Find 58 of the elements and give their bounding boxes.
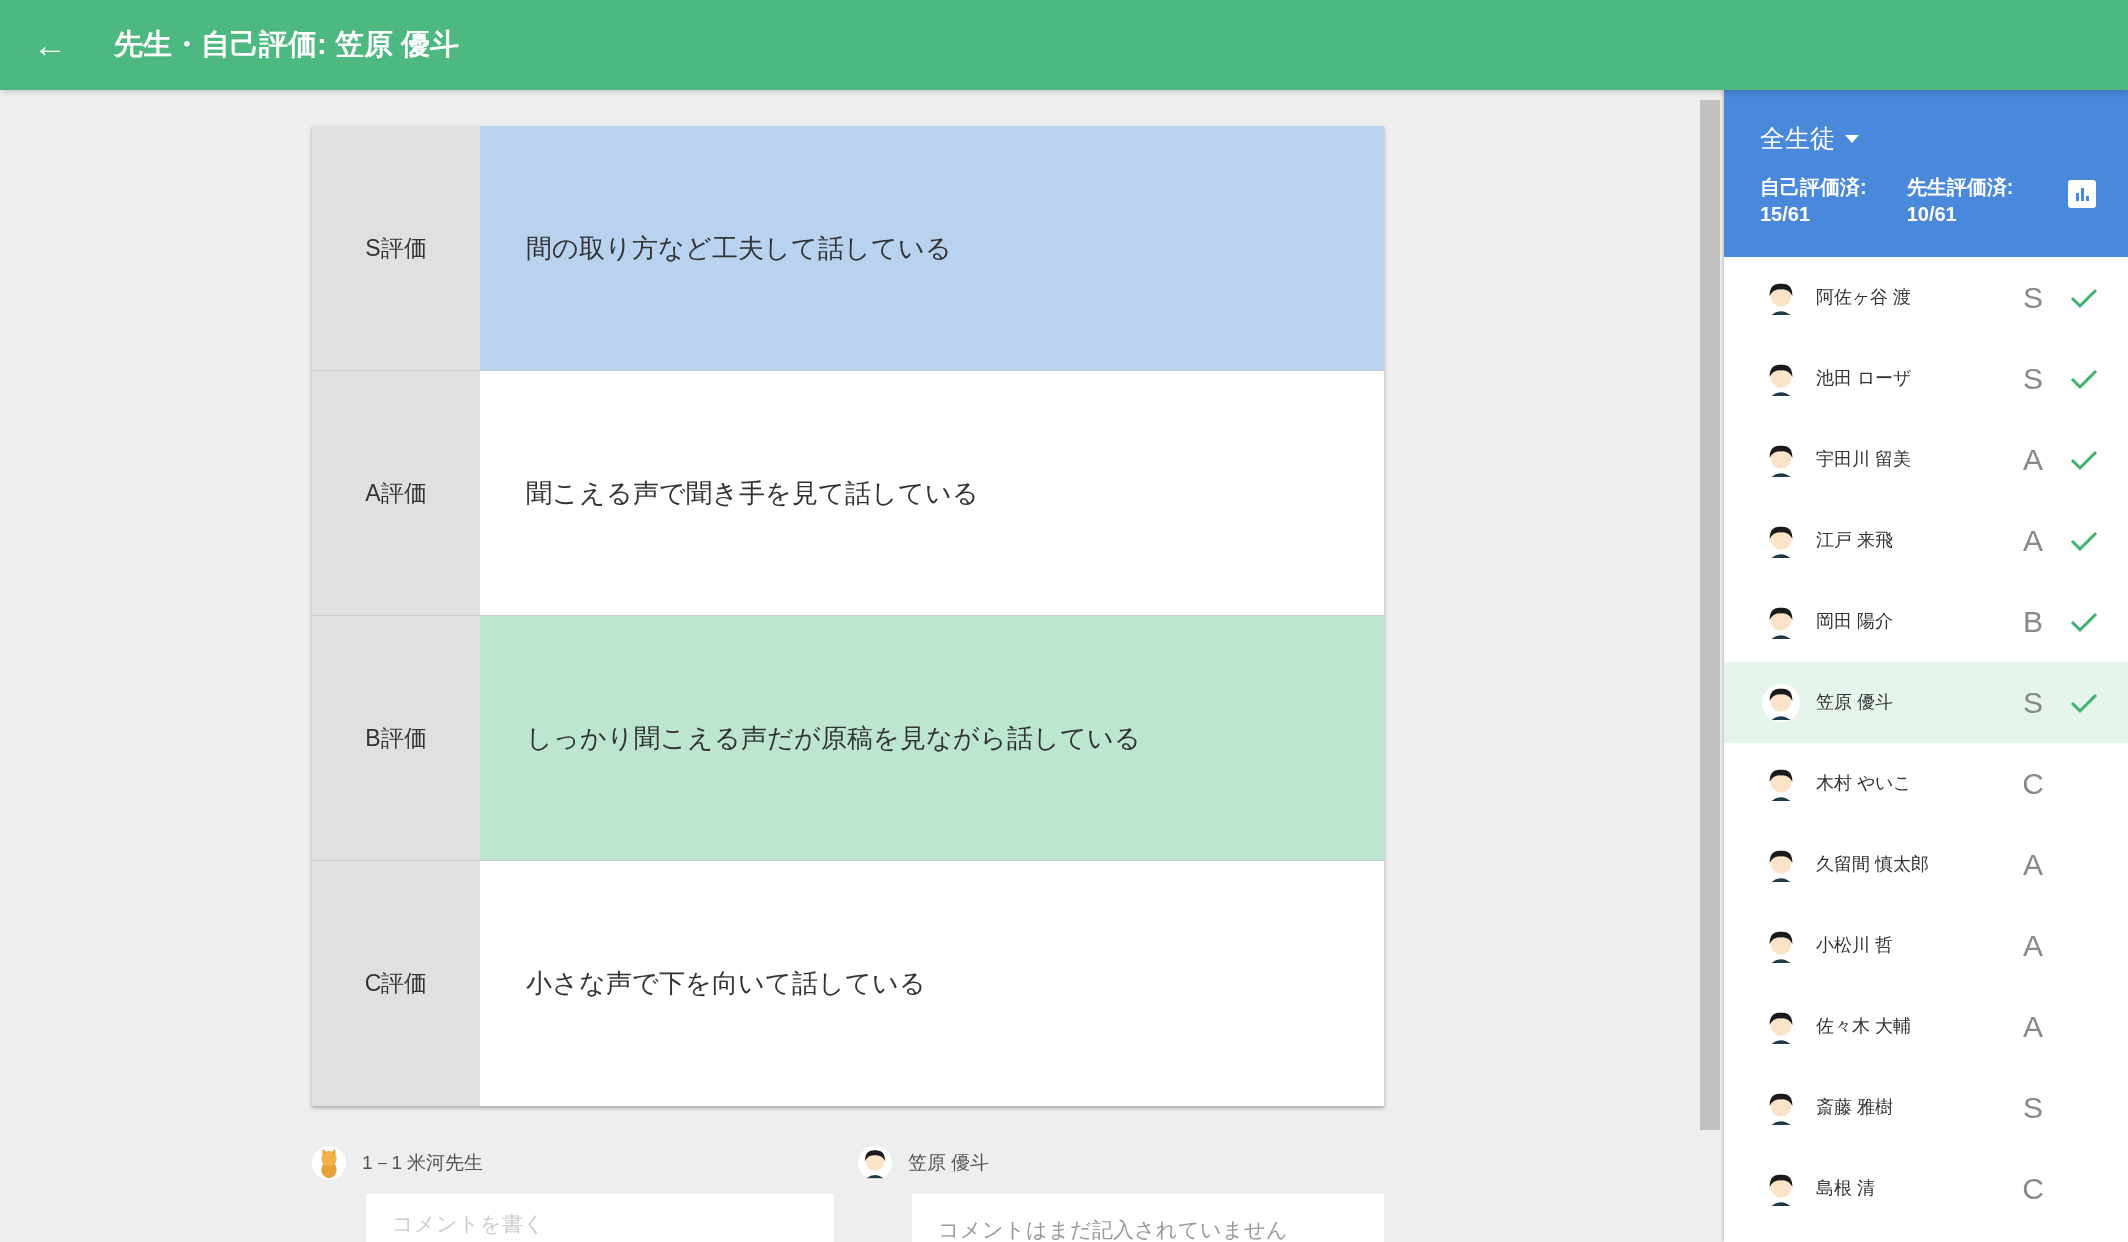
student-row[interactable]: 笠原 優斗 S [1724,662,2128,743]
stat-label: 自己評価済: [1760,174,1867,200]
comment-text: コメントはまだ記入されていません [912,1194,1384,1242]
avatar-icon [858,1146,892,1180]
student-name: 小松川 哲 [1816,934,1894,957]
stat-label: 先生評価済: [1906,174,2014,200]
student-grade: B [2022,604,2044,640]
student-row[interactable]: 斎藤 雅樹 S [1724,1067,2128,1148]
student-row[interactable]: 小松川 哲 A [1724,905,2128,986]
student-grade: A [2022,442,2044,478]
chart-icon[interactable] [2068,179,2096,208]
student-grade: A [2022,523,2044,559]
student-name: 池田 ローザ [1816,367,1912,390]
student-name: 阿佐ヶ谷 渡 [1816,286,1912,309]
student-grade: C [2021,766,2045,802]
avatar-icon [312,1146,346,1180]
student-row[interactable]: 佐々木 大輔 A [1724,986,2128,1067]
avatar-icon [1762,683,1800,722]
student-row[interactable]: 久留間 慎太郎 A [1724,824,2128,905]
student-row[interactable]: 木村 やいこ C [1724,743,2128,824]
student-grade: S [2022,280,2044,316]
comment-author: 1－1 米河先生 [362,1150,484,1175]
student-name: 佐々木 大輔 [1816,1015,1912,1038]
student-name: 岡田 陽介 [1816,610,1894,633]
student-name: 木村 やいこ [1816,772,1912,795]
student-row[interactable]: 池田 ローザ S [1724,338,2128,419]
student-filter-dropdown[interactable]: 全生徒 [1760,120,1859,158]
dropdown-caret-icon [1845,134,1859,143]
student-name: 斎藤 雅樹 [1816,1096,1894,1119]
grade-label: B評価 [312,616,480,860]
student-name: 笠原 優斗 [1816,691,1894,714]
stat-value: 10/61 [1906,201,1958,227]
student-row[interactable]: 阿佐ヶ谷 渡 S [1724,257,2128,338]
page-title: 先生・自己評価: 笠原 優斗 [114,27,459,63]
student-grade: A [2022,928,2044,964]
student-name: 宇田川 留美 [1816,448,1912,471]
student-row[interactable]: 江戸 来飛 A [1724,500,2128,581]
stat-value: 15/61 [1760,201,1812,227]
grade-description[interactable]: 間の取り方など工夫して話している [480,126,1384,370]
grade-label: S評価 [312,126,480,370]
grade-label: A評価 [312,371,480,615]
student-grade: S [2022,685,2044,721]
grade-description[interactable]: しっかり聞こえる声だが原稿を見ながら話している [480,616,1384,860]
student-grade: A [2022,1009,2044,1045]
student-grade: C [2021,1171,2045,1207]
student-grade: S [2022,1090,2044,1126]
grade-label: C評価 [312,861,480,1106]
student-grade: S [2022,361,2044,397]
student-name: 江戸 来飛 [1816,529,1894,552]
student-row[interactable]: 島根 清 C [1724,1148,2128,1229]
grade-description[interactable]: 小さな声で下を向いて話している [480,861,1384,1106]
student-name: 島根 清 [1816,1177,1876,1200]
student-name: 久留間 慎太郎 [1816,853,1930,876]
scrollbar[interactable] [1700,100,1720,1130]
comment-author: 笠原 優斗 [908,1150,990,1175]
student-row[interactable]: 岡田 陽介 B [1724,581,2128,662]
student-grade: A [2022,847,2044,883]
student-row[interactable]: 宇田川 留美 A [1724,419,2128,500]
